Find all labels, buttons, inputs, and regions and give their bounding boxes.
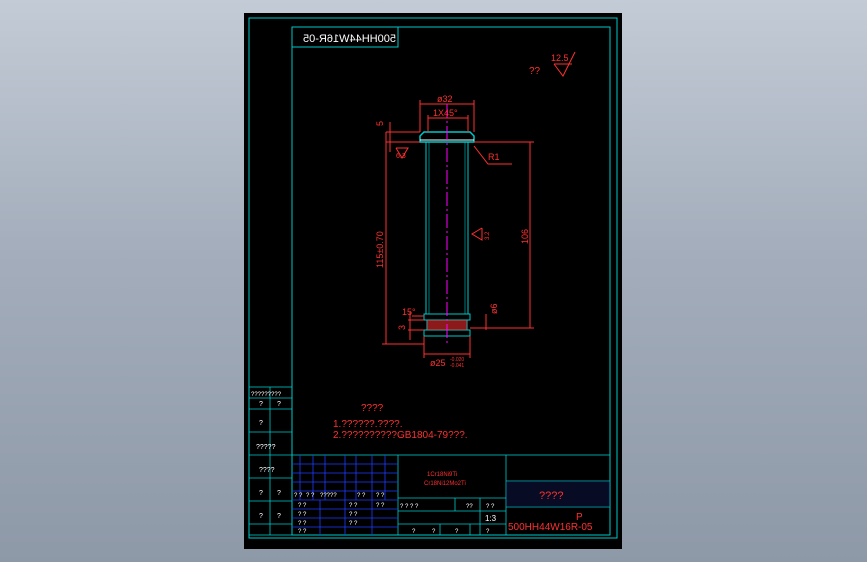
title-cell-3: ????? <box>320 493 337 499</box>
title-cell-6: ? ? <box>298 503 307 509</box>
title-cell-2: ? ? <box>306 493 315 499</box>
side-roughness-value: 3.2 <box>485 231 491 240</box>
part-name: ???? <box>539 490 563 502</box>
title-cell-4: ? ? <box>357 493 366 499</box>
title-cell-1: ? ? <box>294 493 303 499</box>
left-block-row7a: ? <box>259 513 263 520</box>
general-roughness-value: 12.5 <box>551 53 569 63</box>
cad-viewer[interactable]: 500HH44W16R-05 ?? 12.5 ø32 1X45° 5 6.3 R… <box>0 0 867 562</box>
dim-length: 115±0.70 <box>375 231 385 268</box>
title-cell-7: ? ? <box>349 503 358 509</box>
note-2: 2.??????????GB1804-79???. <box>333 430 468 441</box>
title-cell-20: ? ? <box>376 503 385 509</box>
general-roughness-prefix: ?? <box>529 66 541 77</box>
note-1: 1.??????.????. <box>333 419 403 430</box>
dim-angle: 15° <box>402 307 416 317</box>
title-cell-15: ? ? <box>486 504 495 510</box>
left-block-row6a: ? <box>259 490 263 497</box>
title-cell-8: ? ? <box>298 512 307 518</box>
title-cell-10: ? ? <box>298 521 307 527</box>
dim-head-height: 5 <box>375 121 385 126</box>
left-block-row2a: ? <box>259 401 263 408</box>
dim-top-dia: ø32 <box>437 94 453 104</box>
left-block-row2b: ? <box>277 401 281 408</box>
title-cell-9: ? ? <box>349 512 358 518</box>
title-cell-12: ? ? <box>298 529 307 535</box>
title-cell-5: ? ? <box>376 493 385 499</box>
title-cell-14: ?? <box>466 504 473 510</box>
drawing-number: 500HH44W16R-05 <box>508 522 593 533</box>
mirrored-code: 500HH44W16R-05 <box>303 33 396 45</box>
left-block-row4: ????? <box>256 444 276 451</box>
left-block-row3: ? <box>259 420 263 427</box>
left-block-row5: ???? <box>259 467 275 474</box>
title-cell-11: ? ? <box>349 521 358 527</box>
material-line-1: 1Cr18Ni9Ti <box>427 472 457 478</box>
title-cell-13: ? ? ? ? <box>400 504 419 510</box>
left-block-row1: ????????? <box>251 392 282 398</box>
scale-value: 1:3 <box>485 514 497 523</box>
head-roughness-value: 6.3 <box>396 153 406 160</box>
dim-bottom-dia: ø25 <box>430 358 446 368</box>
left-block-row6b: ? <box>277 490 281 497</box>
dim-groove-width: 3 <box>397 325 407 330</box>
material-line-2: Cr18Ni12Mo2Ti <box>424 481 466 487</box>
dim-groove-dia: ø6 <box>489 303 499 314</box>
dim-chamfer: 1X45° <box>433 108 458 118</box>
dim-radius: R1 <box>488 152 500 162</box>
dim-bottom-tol-lower: -0.041 <box>450 363 464 369</box>
dim-length-right: 106 <box>520 229 530 244</box>
drawing-sheet <box>244 13 622 549</box>
notes-title: ???? <box>361 403 384 414</box>
left-block-row7b: ? <box>277 513 281 520</box>
